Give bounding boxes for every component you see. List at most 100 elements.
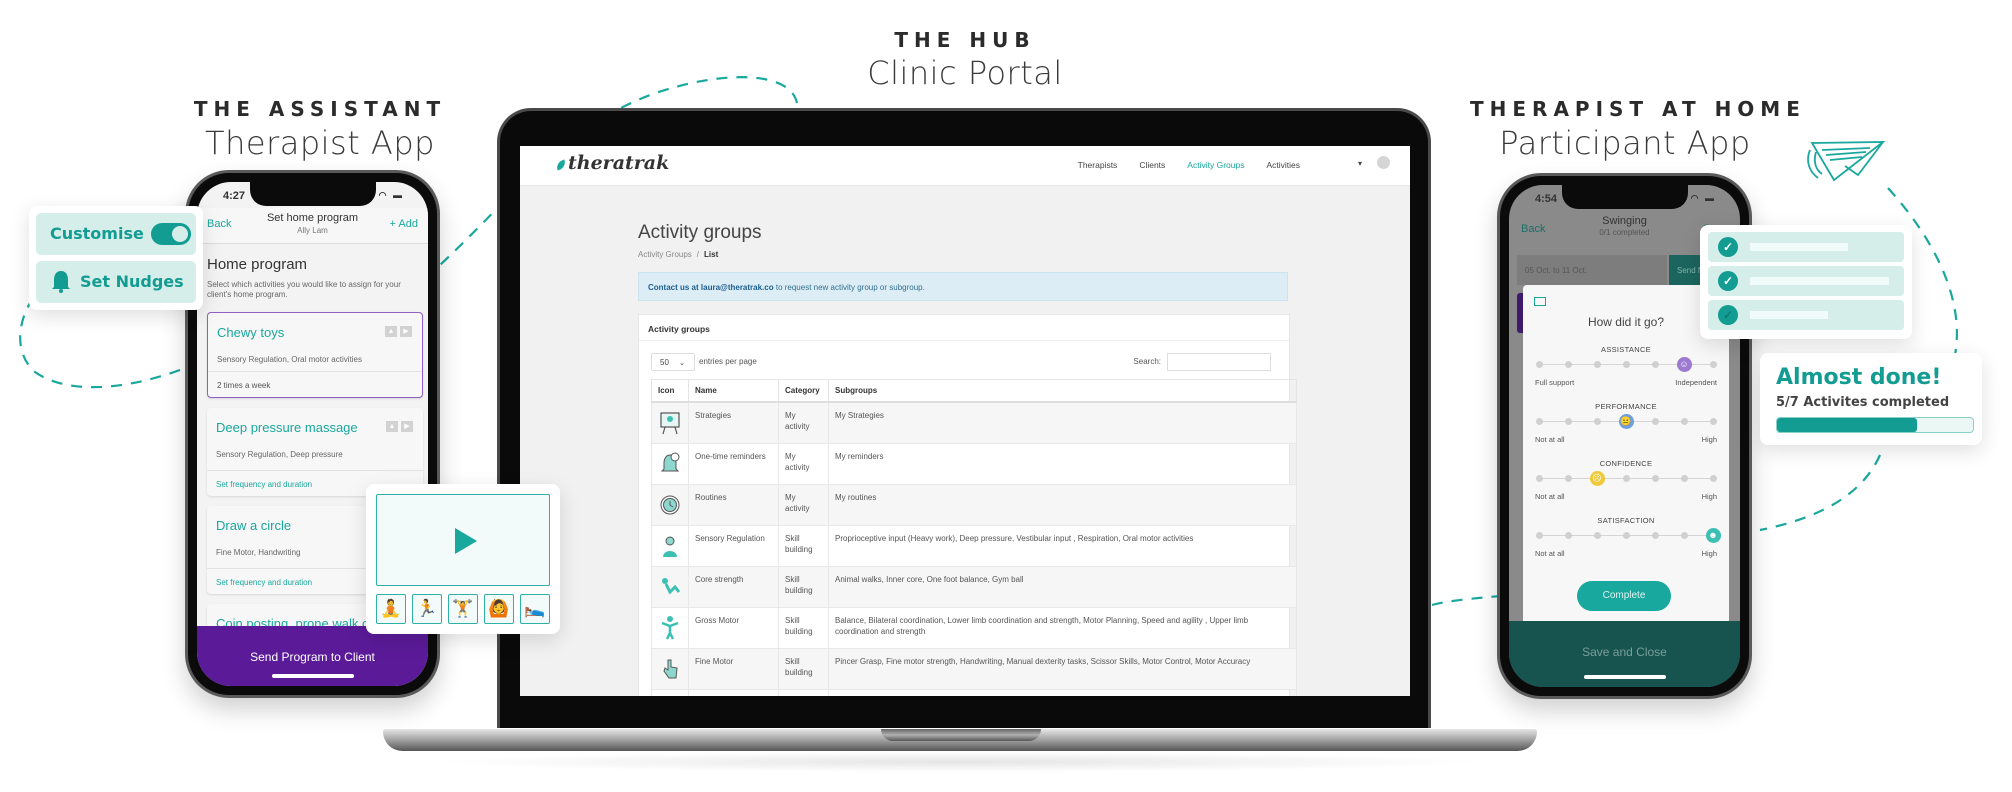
rating-dot[interactable] xyxy=(1564,532,1572,539)
rating-dot[interactable] xyxy=(1564,361,1572,368)
search-input[interactable] xyxy=(1167,353,1271,371)
rating-dot[interactable] xyxy=(1651,361,1659,368)
video-card: 🧘 🏃 🏋 🙆 🛌 xyxy=(366,484,560,634)
rating-dot[interactable] xyxy=(1535,418,1543,425)
envelope-icon xyxy=(1534,297,1546,306)
table-row[interactable]: Strategies My activity My Strategies xyxy=(651,401,1297,444)
table-row[interactable]: One-time reminders My activity My reminder… xyxy=(651,442,1297,485)
nav-clients[interactable]: Clients xyxy=(1139,160,1165,170)
arms-up-icon[interactable]: 🙆 xyxy=(484,594,514,624)
rating-dot[interactable] xyxy=(1709,418,1717,425)
rating-dot[interactable] xyxy=(1651,418,1659,425)
row-category: My activity xyxy=(778,401,829,444)
rating-dot[interactable] xyxy=(1709,361,1717,368)
lunge-icon[interactable]: 🏃 xyxy=(412,594,442,624)
rating-dot[interactable] xyxy=(1680,475,1688,482)
entries-label: entries per page xyxy=(699,357,757,366)
row-name[interactable]: Strategies xyxy=(688,401,779,444)
table-header-row: Icon Name Category Subgroups xyxy=(651,379,1297,403)
theratrak-logo[interactable]: theratrak xyxy=(554,152,669,174)
rating-selected-face-icon[interactable]: 😐 xyxy=(1618,414,1634,429)
rating-confidence: CONFIDENCE ☹ Not at all High xyxy=(1535,459,1717,515)
table-row[interactable]: Core strength Skill building Animal walks,… xyxy=(651,565,1297,608)
col-subgroups[interactable]: Subgroups xyxy=(828,379,1297,403)
status-time: 4:54 xyxy=(1535,193,1558,205)
rating-max-label: Independent xyxy=(1675,378,1717,387)
customise-toggle[interactable] xyxy=(151,223,191,245)
video-player[interactable] xyxy=(376,494,550,586)
paper-plane-icon xyxy=(1807,141,1886,182)
play-icon[interactable] xyxy=(455,528,477,554)
row-subgroups: My reminders xyxy=(828,442,1297,485)
therapist-app-header: Back Set home program Ally Lam + Add xyxy=(197,208,428,244)
rating-dot[interactable] xyxy=(1593,418,1601,425)
table-row[interactable]: Gross Motor Skill building Balance, Bilate… xyxy=(651,606,1297,649)
row-name[interactable]: Sensory Regulation xyxy=(688,524,779,567)
send-program-button[interactable]: Send Program to Client xyxy=(197,626,428,686)
complete-button[interactable]: Complete xyxy=(1577,581,1671,611)
rating-selected-face-icon[interactable]: ☹ xyxy=(1589,471,1605,486)
user-menu-caret-icon[interactable]: ▾ xyxy=(1358,159,1362,168)
add-button[interactable]: + Add xyxy=(390,218,418,230)
presentation-lightbulb-icon xyxy=(660,411,680,434)
rating-dot[interactable] xyxy=(1651,532,1659,539)
rating-selected-face-icon[interactable]: ☻ xyxy=(1705,528,1721,543)
row-category: Skill building xyxy=(778,565,829,608)
chevron-down-icon: ⌄ xyxy=(679,360,686,367)
table-row[interactable]: Sensory Regulation Skill building Proprioc… xyxy=(651,524,1297,567)
col-icon[interactable]: Icon xyxy=(651,379,689,403)
rating-dot[interactable] xyxy=(1622,532,1630,539)
col-category[interactable]: Category xyxy=(778,379,829,403)
activity-card[interactable]: Deep pressure massage ▲ ▶ Sensory Regulat… xyxy=(207,408,423,496)
breadcrumb: Activity Groups / List xyxy=(638,250,718,259)
activity-groups-table: Icon Name Category Subgroups Strategies M… xyxy=(651,379,1297,696)
checklist-item: ✓ xyxy=(1708,232,1904,262)
rating-assistance: ASSISTANCE ☺ Full support Independent xyxy=(1535,345,1717,401)
rating-dot[interactable] xyxy=(1535,361,1543,368)
breadcrumb-parent[interactable]: Activity Groups xyxy=(638,250,692,259)
rating-dot[interactable] xyxy=(1622,361,1630,368)
table-row[interactable]: Visual PerceptionSkillVisual discriminat… xyxy=(651,688,1297,696)
rating-dot[interactable] xyxy=(1680,532,1688,539)
row-name[interactable]: One-time reminders xyxy=(688,442,779,485)
save-and-close-button[interactable]: Save and Close xyxy=(1509,621,1740,687)
page-title: Activity groups xyxy=(638,222,762,243)
rating-dot[interactable] xyxy=(1709,475,1717,482)
table-row[interactable]: Fine Motor Skill building Pincer Grasp, Fi… xyxy=(651,647,1297,690)
nav-activity-groups[interactable]: Activity Groups xyxy=(1187,160,1244,170)
rating-dot[interactable] xyxy=(1564,475,1572,482)
rating-selected-face-icon[interactable]: ☺ xyxy=(1676,357,1692,372)
nav-activities[interactable]: Activities xyxy=(1266,160,1300,170)
rating-dot[interactable] xyxy=(1593,361,1601,368)
contact-email-link[interactable]: Contact us at laura@theratrak.co xyxy=(648,283,774,292)
row-name[interactable]: Visual Perception xyxy=(688,688,779,696)
user-avatar[interactable] xyxy=(1377,156,1390,169)
rating-dot[interactable] xyxy=(1593,532,1601,539)
col-name[interactable]: Name xyxy=(688,379,779,403)
rating-label: ASSISTANCE xyxy=(1601,345,1651,354)
lying-stretch-icon[interactable]: 🛌 xyxy=(520,594,550,624)
rating-dot[interactable] xyxy=(1651,475,1659,482)
set-nudges-row[interactable]: Set Nudges xyxy=(36,261,196,303)
rating-performance: PERFORMANCE 😐 Not at all High xyxy=(1535,402,1717,458)
card-media: ▲ ▶ xyxy=(386,421,413,432)
squat-icon[interactable]: 🏋 xyxy=(448,594,478,624)
rating-dot[interactable] xyxy=(1535,475,1543,482)
table-row[interactable]: Routines My activity My routines xyxy=(651,483,1297,526)
rating-dot[interactable] xyxy=(1564,418,1572,425)
row-name[interactable]: Fine Motor xyxy=(688,647,779,690)
nav-therapists[interactable]: Therapists xyxy=(1078,160,1118,170)
row-name[interactable]: Gross Motor xyxy=(688,606,779,649)
rating-dot[interactable] xyxy=(1535,532,1543,539)
rating-max-label: High xyxy=(1701,549,1717,558)
card-title: Draw a circle xyxy=(216,518,292,533)
progress-subtitle: 5/7 Activites completed xyxy=(1776,395,1950,410)
activity-card[interactable]: Chewy toys ▲ ▶ Sensory Regulation, Oral m… xyxy=(207,312,423,398)
row-name[interactable]: Routines xyxy=(688,483,779,526)
card-frequency[interactable]: 2 times a week xyxy=(208,371,422,397)
rating-dot[interactable] xyxy=(1680,418,1688,425)
meditate-icon[interactable]: 🧘 xyxy=(376,594,406,624)
rating-dot[interactable] xyxy=(1622,475,1630,482)
entries-per-page-select[interactable]: 50 ⌄ xyxy=(651,353,695,371)
row-name[interactable]: Core strength xyxy=(688,565,779,608)
